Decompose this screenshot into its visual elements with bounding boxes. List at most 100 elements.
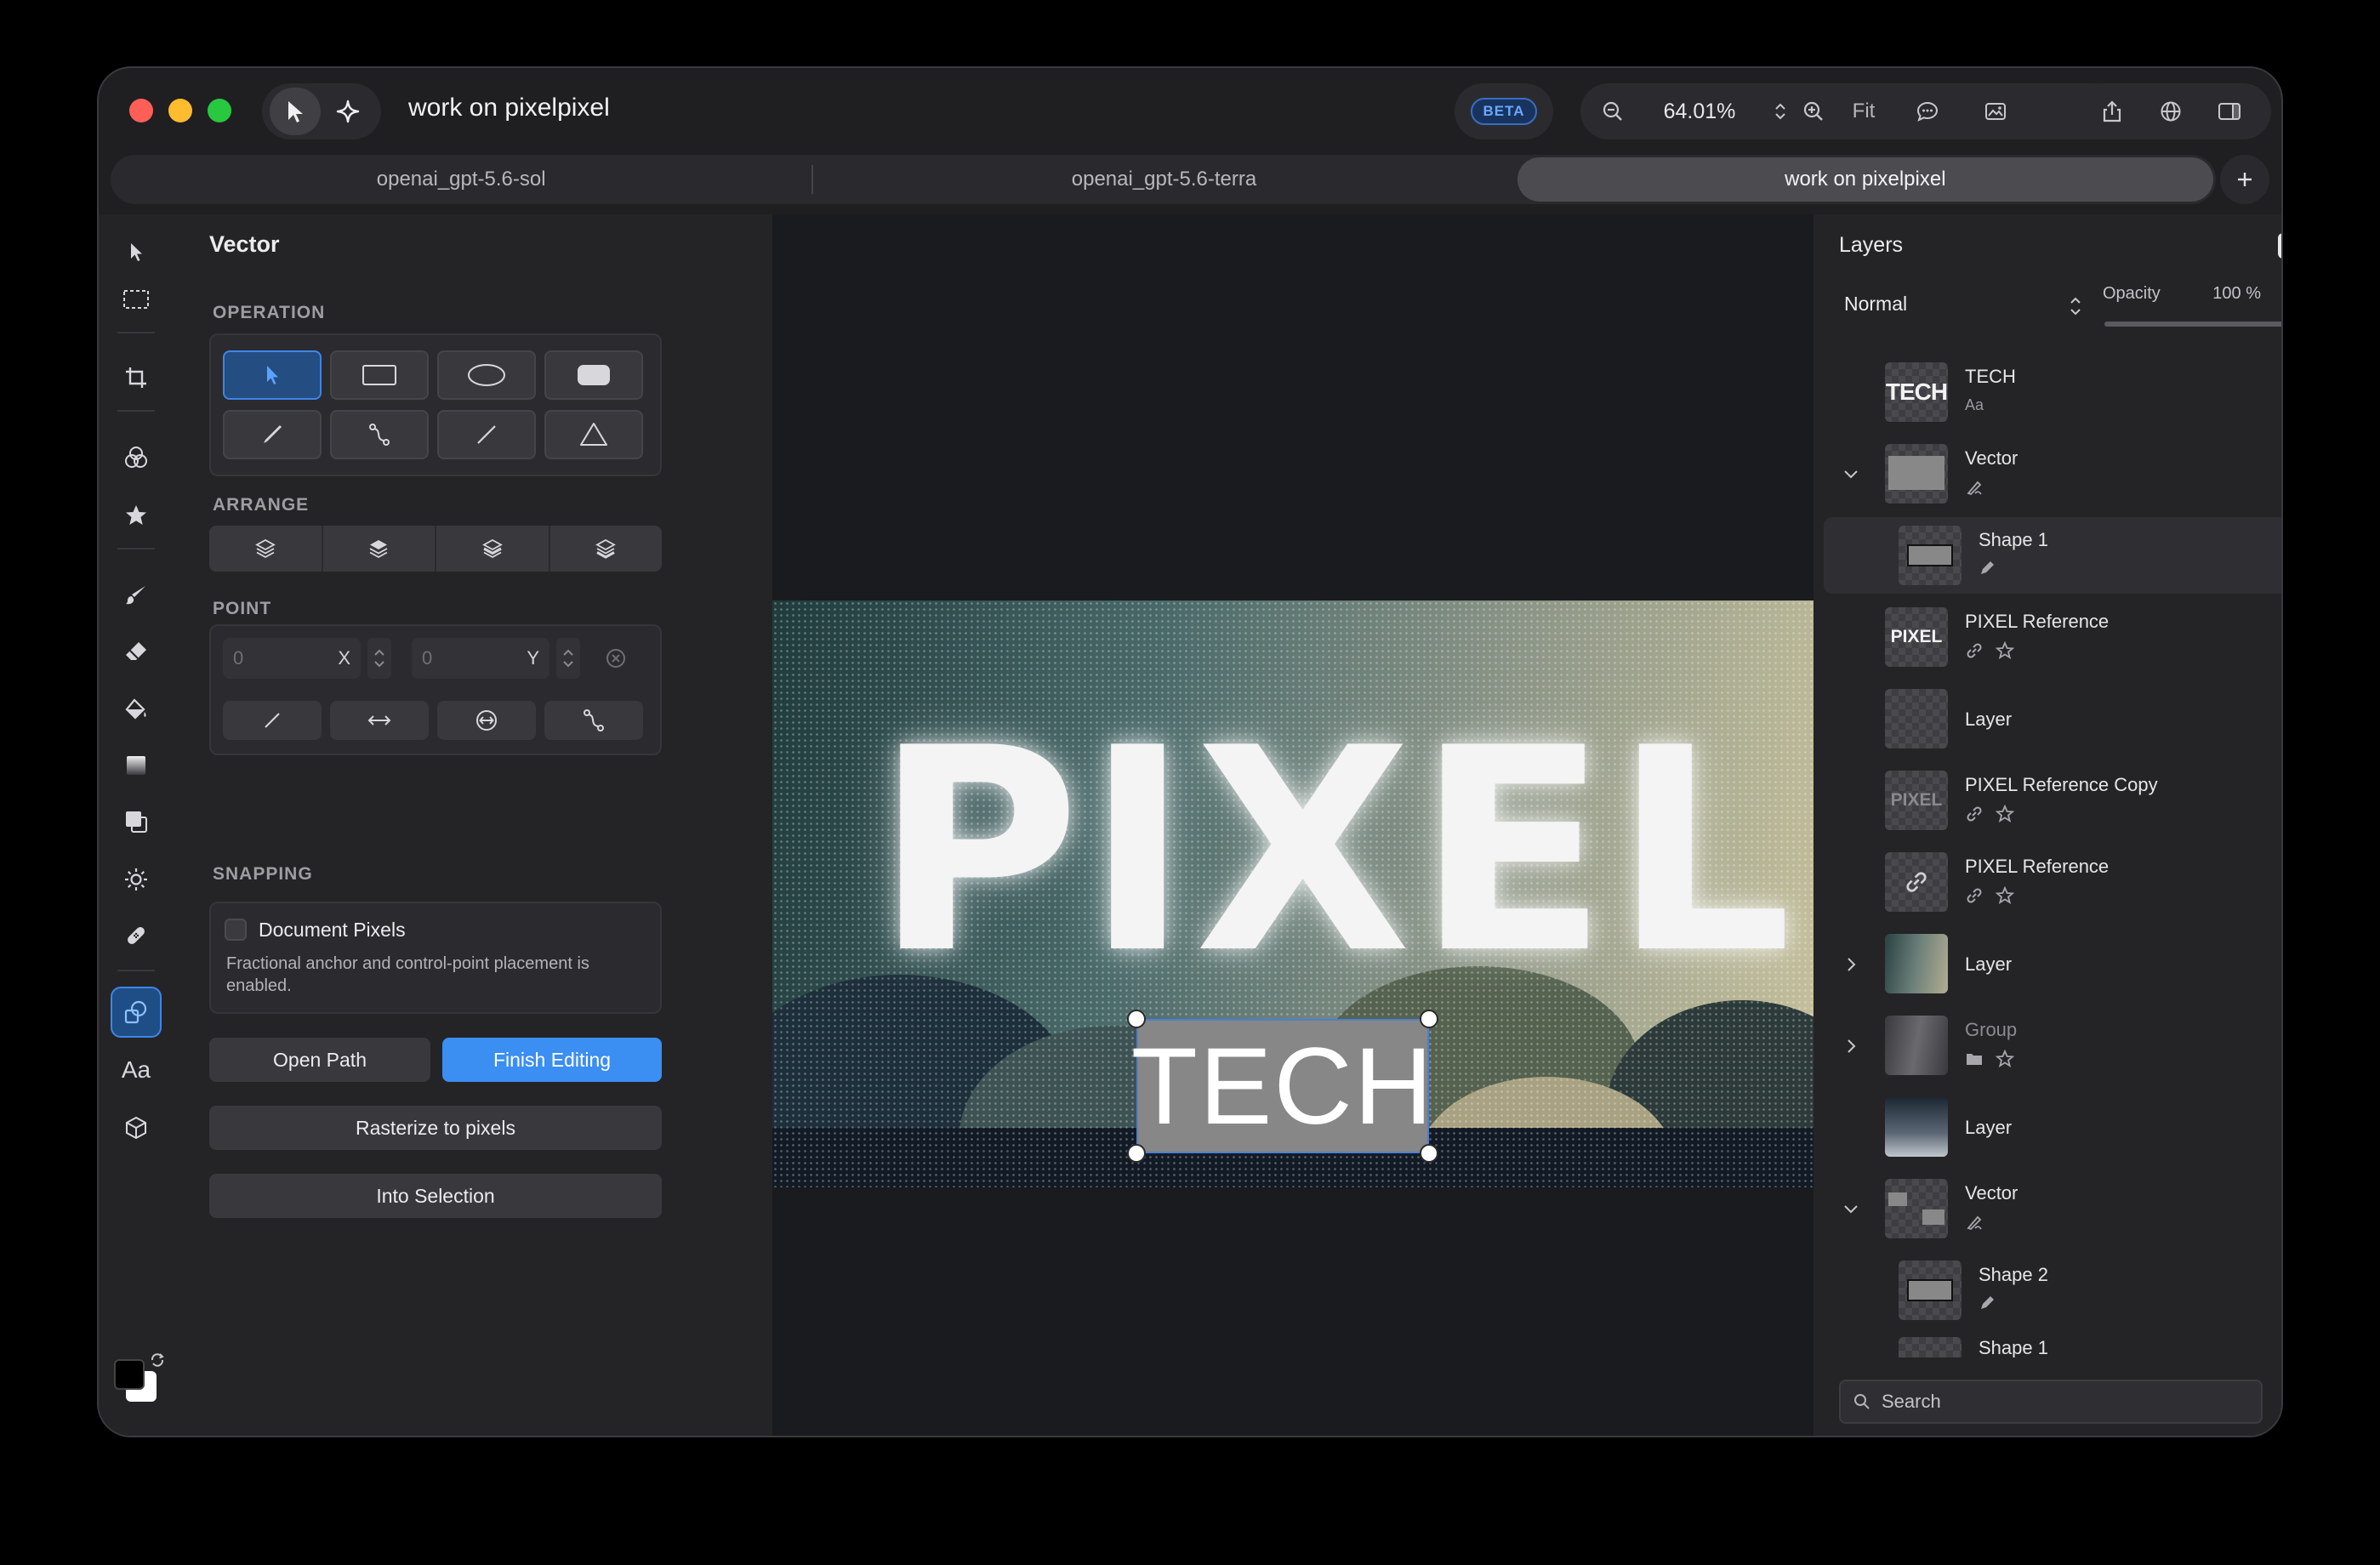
3d-tool-button[interactable] — [111, 1102, 162, 1153]
sharp-point-button[interactable] — [223, 701, 322, 740]
tab-work-on-pixelpixel[interactable]: work on pixelpixel — [1517, 157, 2213, 202]
point-x-stepper[interactable] — [367, 638, 391, 679]
layer-row[interactable]: PIXEL PIXEL Reference — [1824, 599, 2281, 675]
mirror-point-button[interactable] — [330, 701, 429, 740]
symmetric-point-button[interactable] — [437, 701, 536, 740]
close-window-button[interactable] — [129, 99, 153, 122]
layer-row[interactable]: Shape 2 — [1824, 1252, 2281, 1329]
layer-row[interactable]: PIXEL Reference — [1824, 844, 2281, 920]
layer-row[interactable]: PIXEL PIXEL Reference Copy — [1824, 762, 2281, 839]
pointer-mode-button[interactable] — [270, 88, 321, 135]
fill-tool-button[interactable] — [111, 684, 162, 735]
maximize-window-button[interactable] — [208, 99, 231, 122]
bring-forward-button[interactable] — [323, 526, 436, 572]
star-outline-icon — [1996, 805, 2014, 822]
color-adjust-tool-button[interactable] — [111, 432, 162, 483]
point-x-field[interactable]: 0 X — [223, 638, 361, 679]
zoom-level[interactable]: 64.01% — [1631, 83, 1768, 139]
comments-button[interactable] — [1893, 83, 1962, 139]
resize-handle-bottom-left[interactable] — [1127, 1144, 1146, 1163]
image-button[interactable] — [1962, 83, 2030, 139]
up-down-chevron-icon[interactable] — [2069, 294, 2082, 318]
marquee-tool-button[interactable] — [111, 274, 162, 325]
tab-openai-terra[interactable]: openai_gpt-5.6-terra — [816, 157, 1512, 202]
fit-button[interactable]: Fit — [1834, 83, 1893, 139]
share-button[interactable] — [2087, 86, 2138, 137]
bring-to-front-button[interactable] — [209, 526, 323, 572]
rectangle-operation-button[interactable] — [330, 350, 429, 400]
new-tab-button[interactable] — [2220, 155, 2269, 204]
zoom-out-button[interactable] — [1594, 83, 1631, 139]
gradient-tool-button[interactable] — [111, 740, 162, 791]
select-operation-button[interactable] — [223, 350, 322, 400]
layer-row[interactable]: Layer — [1824, 925, 2281, 1002]
chevron-right-icon[interactable] — [1841, 1036, 1861, 1056]
move-tool-button[interactable] — [111, 226, 162, 277]
toggle-sidebar-button[interactable] — [2204, 86, 2255, 137]
zoom-stepper[interactable] — [1768, 83, 1793, 139]
open-path-button[interactable]: Open Path — [209, 1038, 430, 1082]
send-to-back-button[interactable] — [550, 526, 663, 572]
pen-operation-button[interactable] — [223, 410, 322, 459]
line-operation-button[interactable] — [437, 410, 536, 459]
point-y-field[interactable]: 0 Y — [412, 638, 549, 679]
rasterize-button[interactable]: Rasterize to pixels — [209, 1106, 662, 1150]
snapping-box: Document Pixels Fractional anchor and co… — [209, 902, 662, 1014]
send-backward-button[interactable] — [436, 526, 550, 572]
layer-row[interactable]: Vector — [1824, 435, 2281, 512]
zoom-in-button[interactable] — [1793, 83, 1834, 139]
document-pixels-checkbox[interactable] — [225, 919, 247, 941]
rounded-rect-operation-button[interactable] — [544, 350, 643, 400]
layer-row-selected[interactable]: Shape 1 — [1824, 517, 2281, 594]
crop-tool-button[interactable] — [111, 352, 162, 403]
layer-search-field[interactable]: Search — [1839, 1380, 2263, 1424]
resize-handle-bottom-right[interactable] — [1420, 1144, 1438, 1163]
point-y-stepper[interactable] — [556, 638, 580, 679]
curve-operation-button[interactable] — [330, 410, 429, 459]
finish-editing-button[interactable]: Finish Editing — [442, 1038, 662, 1082]
blend-mode-select[interactable]: Normal — [1844, 293, 1907, 316]
layer-row-clipped[interactable]: Shape 1 — [1824, 1334, 2281, 1357]
effects-tool-button[interactable] — [111, 490, 162, 541]
chevron-right-icon[interactable] — [1841, 954, 1861, 975]
layer-row[interactable]: TECH TECH Aa — [1824, 354, 2281, 430]
color-swatches[interactable] — [111, 1351, 170, 1410]
resize-handle-top-right[interactable] — [1420, 1010, 1438, 1028]
clear-point-button[interactable] — [604, 646, 628, 674]
ai-mode-button[interactable] — [322, 88, 373, 135]
point-label: POINT — [213, 599, 272, 618]
ellipse-operation-button[interactable] — [437, 350, 536, 400]
pointer-icon — [288, 101, 303, 122]
layer-row[interactable]: Layer — [1824, 680, 2281, 757]
vector-tool-button[interactable] — [111, 987, 162, 1038]
artboard[interactable]: PIXEL TECH — [772, 600, 1813, 1187]
brush-tool-button[interactable] — [111, 570, 162, 621]
chevron-down-icon[interactable] — [1841, 464, 1861, 485]
text-tool-button[interactable]: Aa — [111, 1044, 162, 1096]
resize-handle-top-left[interactable] — [1127, 1010, 1146, 1028]
triangle-operation-button[interactable] — [544, 410, 643, 459]
stack-down-icon — [481, 538, 503, 559]
web-button[interactable] — [2145, 86, 2196, 137]
eraser-tool-button[interactable] — [111, 626, 162, 677]
light-tool-button[interactable] — [111, 854, 162, 905]
layer-row[interactable]: Layer — [1824, 1089, 2281, 1165]
minimize-window-button[interactable] — [168, 99, 192, 122]
document-pixels-label: Document Pixels — [259, 919, 406, 941]
canvas-area[interactable]: PIXEL TECH — [772, 214, 1813, 1436]
opacity-slider[interactable] — [2104, 322, 2281, 327]
layer-row[interactable]: Group — [1824, 1007, 2281, 1084]
smooth-point-button[interactable] — [544, 701, 643, 740]
swap-colors-icon[interactable] — [148, 1351, 167, 1369]
selected-shape[interactable]: TECH — [1131, 1019, 1432, 1153]
layer-row[interactable]: Vector — [1824, 1170, 2281, 1247]
arrange-label: ARRANGE — [213, 495, 310, 515]
heal-tool-button[interactable] — [111, 910, 162, 961]
into-selection-button[interactable]: Into Selection — [209, 1174, 662, 1218]
search-placeholder: Search — [1882, 1391, 1941, 1412]
tab-openai-sol[interactable]: openai_gpt-5.6-sol — [113, 157, 809, 202]
shape-fill-tool-button[interactable] — [111, 796, 162, 847]
chevron-down-icon[interactable] — [1841, 1199, 1861, 1220]
layer-mask-button[interactable] — [2278, 233, 2281, 259]
foreground-color-swatch[interactable] — [114, 1359, 145, 1390]
